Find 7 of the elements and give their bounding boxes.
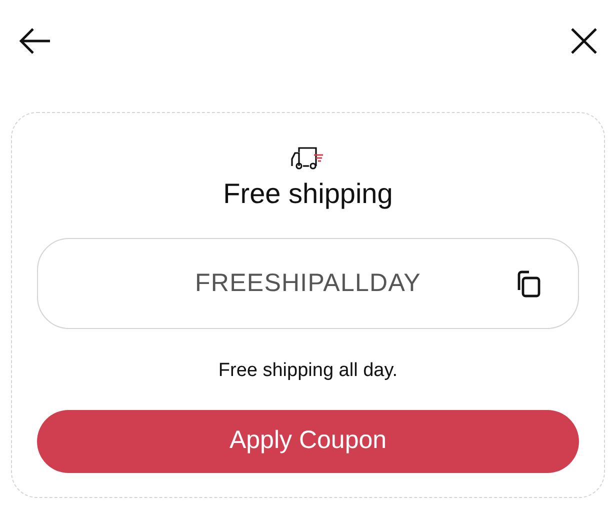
coupon-title: Free shipping <box>223 177 393 211</box>
apply-coupon-button[interactable]: Apply Coupon <box>37 410 579 472</box>
back-icon[interactable] <box>18 26 52 56</box>
close-icon[interactable] <box>570 27 598 55</box>
truck-icon <box>291 146 325 170</box>
coupon-code: FREESHIPALLDAY <box>195 268 421 299</box>
coupon-description: Free shipping all day. <box>218 359 398 383</box>
